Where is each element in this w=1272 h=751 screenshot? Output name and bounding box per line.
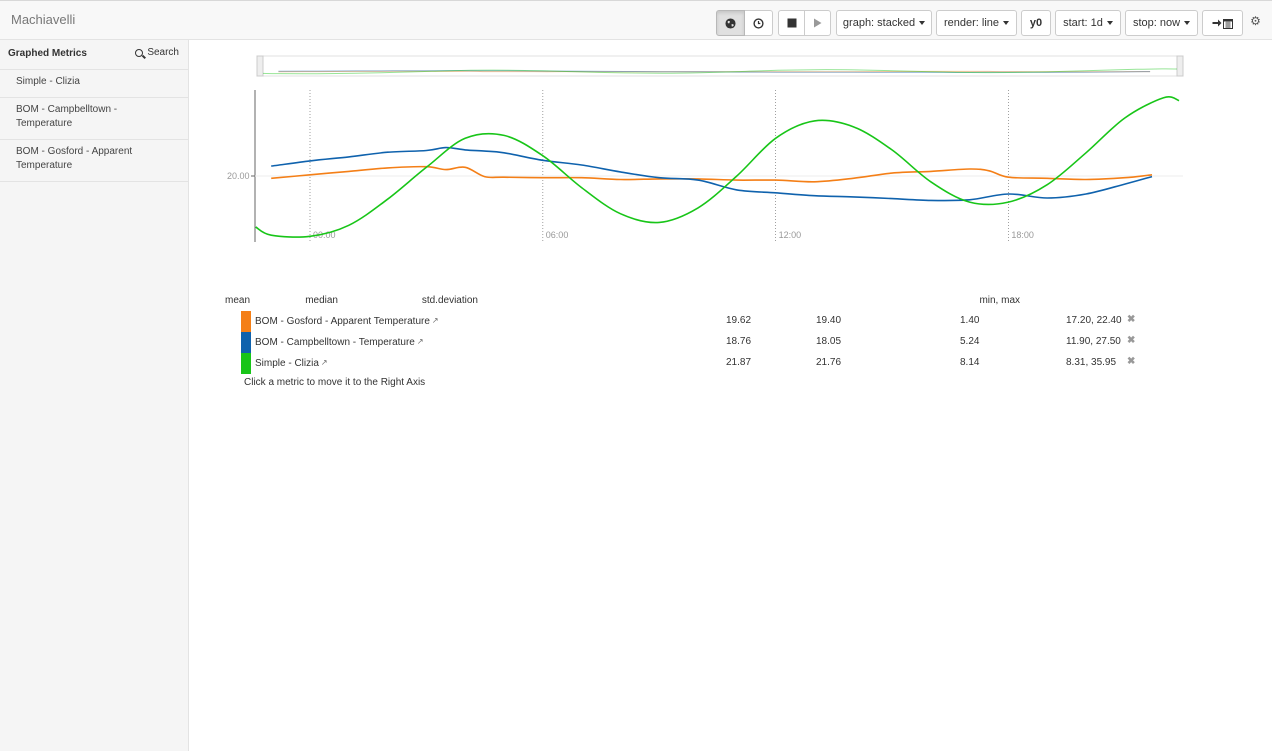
sidebar: Graphed Metrics Search Simple - Clizia B… [0,40,189,751]
legend-minmax: 8.31, 35.95 [1066,357,1117,368]
series-line-bom-campbelltown-temperature[interactable] [271,146,1153,202]
legend-metric-label: Simple - Clizia [255,358,319,369]
external-link-icon[interactable]: ↗ [417,337,424,346]
legend-row[interactable]: BOM - Campbelltown - Temperature ↗ 18.76 … [241,332,1141,353]
legend-median: 18.05 [816,336,842,347]
legend-mean: 18.76 [726,336,752,347]
start-label: start: 1d [1063,17,1103,29]
stop-dropdown[interactable]: stop: now [1125,10,1198,36]
y0-label: y0 [1029,17,1043,29]
legend-header: mean median std.deviation min, max [225,292,1141,311]
legend-minmax: 11.90, 27.50 [1066,336,1121,347]
main-plot: 00:00 06:00 12:00 18:00 20.00 [227,90,1183,242]
legend-color-swatch [241,353,251,374]
clock-icon [753,17,764,29]
stop-button[interactable] [778,10,805,36]
app-title[interactable]: Machiavelli [11,12,75,27]
graph-mode-label: graph: stacked [842,17,916,29]
legend-row[interactable]: Simple - Clizia ↗ 21.87 21.76 8.14 8.31, … [241,353,1141,374]
legend-metric-name[interactable]: BOM - Campbelltown - Temperature ↗ [255,337,424,348]
render-mode-label: render: line [943,17,1000,29]
legend-color-swatch [241,332,251,353]
preview-handle-right[interactable] [1176,55,1184,77]
legend-mean: 21.87 [726,357,752,368]
live-button[interactable] [716,10,745,36]
close-icon[interactable]: ✖ [1127,356,1135,367]
play-icon [814,18,822,28]
search-label: Search [147,47,179,58]
legend-color-swatch [241,311,251,332]
external-link-icon[interactable]: ↗ [321,358,328,367]
time-button[interactable] [745,10,773,36]
chevron-down-icon [1184,21,1191,25]
chevron-down-icon [919,21,926,25]
stop-icon [787,18,796,28]
top-navbar: Machiavelli graph: stacked render: line … [0,0,1272,40]
sidebar-item-campbelltown[interactable]: BOM - Campbelltown - Temperature [0,98,188,140]
date-range-button[interactable] [1202,10,1243,36]
chart-area[interactable]: 00:00 06:00 12:00 18:00 20.00 [189,40,1272,280]
legend-metric-name[interactable]: BOM - Gosford - Apparent Temperature ↗ [255,316,439,327]
chevron-down-icon [1106,21,1113,25]
close-icon[interactable]: ✖ [1127,314,1135,325]
y-tick-label: 20.00 [227,171,250,181]
legend-table: mean median std.deviation min, max BOM -… [225,292,1141,388]
x-tick-label: 12:00 [779,230,802,240]
arrow-right-icon [1212,19,1222,27]
legend-minmax: 17.20, 22.40 [1066,315,1122,326]
gear-icon[interactable]: ⚙ [1249,15,1262,28]
header-mean: mean [224,295,250,306]
legend-row[interactable]: BOM - Gosford - Apparent Temperature ↗ 19… [241,311,1141,332]
legend-std: 8.14 [960,357,980,368]
legend-mean: 19.62 [726,315,752,326]
calendar-icon [1223,18,1233,29]
sidebar-item-gosford[interactable]: BOM - Gosford - Apparent Temperature [0,140,188,182]
globe-icon [725,17,736,29]
legend-std: 1.40 [960,315,980,326]
header-std: std.deviation [421,295,478,306]
preview-frame [256,55,1184,77]
legend-metric-name[interactable]: Simple - Clizia ↗ [255,358,328,369]
sidebar-header: Graphed Metrics Search [0,40,188,70]
play-button[interactable] [805,10,831,36]
render-mode-dropdown[interactable]: render: line [936,10,1017,36]
start-dropdown[interactable]: start: 1d [1055,10,1121,36]
external-link-icon[interactable]: ↗ [432,316,439,325]
search-button[interactable]: Search [135,47,179,58]
x-tick-label: 18:00 [1011,230,1034,240]
sidebar-title: Graphed Metrics [8,48,87,59]
range-preview[interactable] [256,55,1184,77]
stop-label: stop: now [1132,17,1181,29]
graph-mode-dropdown[interactable]: graph: stacked [836,10,932,36]
series-line-bom-gosford-apparent-temperature[interactable] [271,165,1153,183]
legend-metric-label: BOM - Campbelltown - Temperature [255,337,415,348]
legend-median: 19.40 [816,315,842,326]
x-tick-label: 06:00 [546,230,569,240]
legend-hint: Click a metric to move it to the Right A… [244,377,426,388]
header-minmax: min, max [979,295,1020,306]
legend-std: 5.24 [960,336,980,347]
sidebar-item-simple-clizia[interactable]: Simple - Clizia [0,70,188,98]
y0-button[interactable]: y0 [1021,10,1051,36]
legend-metric-label: BOM - Gosford - Apparent Temperature [255,316,430,327]
preview-handle-left[interactable] [256,55,264,77]
search-icon [135,48,144,57]
close-icon[interactable]: ✖ [1127,335,1135,346]
legend-median: 21.76 [816,357,842,368]
header-median: median [305,295,338,306]
chevron-down-icon [1003,21,1010,25]
